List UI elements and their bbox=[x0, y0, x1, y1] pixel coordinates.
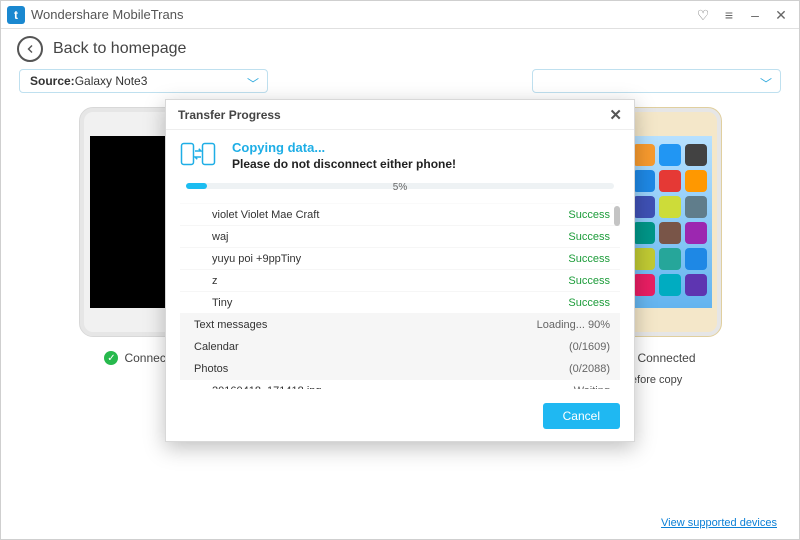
destination-header[interactable]: ﹀ bbox=[532, 69, 781, 93]
list-item: Tiny Success bbox=[180, 292, 620, 314]
progress-percent: 5% bbox=[186, 182, 614, 193]
row-name: Text messages bbox=[194, 319, 267, 331]
back-row: Back to homepage bbox=[1, 29, 799, 69]
phones-sync-icon bbox=[180, 140, 216, 171]
category-row: Text messages Loading... 90% bbox=[180, 314, 620, 336]
app-title: Wondershare MobileTrans bbox=[31, 7, 183, 22]
row-status: Success bbox=[568, 231, 610, 243]
row-status: (0/2088) bbox=[569, 363, 610, 375]
list-item: waj Success bbox=[180, 226, 620, 248]
category-row: Photos (0/2088) bbox=[180, 358, 620, 380]
back-button[interactable] bbox=[17, 36, 43, 62]
row-name: violet Violet Mae Craft bbox=[212, 209, 319, 221]
row-name: 20160418_171418.jpg bbox=[212, 385, 322, 389]
source-device-name: Galaxy Note3 bbox=[75, 74, 148, 88]
row-name: Tiny bbox=[212, 297, 232, 309]
list-item: violet Violet Mae Craft Success bbox=[180, 204, 620, 226]
back-label: Back to homepage bbox=[53, 40, 186, 58]
row-name: z bbox=[212, 275, 218, 287]
transfer-progress-dialog: Transfer Progress ✕ Copying data... Plea… bbox=[165, 99, 635, 442]
cancel-label: Cancel bbox=[563, 409, 600, 423]
copying-heading: Copying data... bbox=[232, 140, 456, 155]
row-status: Success bbox=[568, 297, 610, 309]
app-window: t Wondershare MobileTrans ♡ ≡ – ✕ Back t… bbox=[0, 0, 800, 540]
dialog-title: Transfer Progress bbox=[178, 108, 281, 122]
app-logo-icon: t bbox=[7, 6, 25, 24]
titlebar: t Wondershare MobileTrans ♡ ≡ – ✕ bbox=[1, 1, 799, 29]
arrow-left-icon bbox=[24, 43, 36, 55]
row-name: Photos bbox=[194, 363, 228, 375]
source-header[interactable]: Source: Galaxy Note3 ﹀ bbox=[19, 69, 268, 93]
chevron-down-icon: ﹀ bbox=[760, 75, 772, 92]
destination-status-text: Connected bbox=[637, 351, 695, 365]
list-item: yuyu poi +9ppTiny Success bbox=[180, 248, 620, 270]
feedback-icon[interactable]: ♡ bbox=[691, 3, 715, 27]
list-item: 20160418_171418.jpg Waiting bbox=[180, 380, 620, 389]
row-status: Success bbox=[568, 253, 610, 265]
transfer-list[interactable]: violet Violet Mae Craft Success waj Success… bbox=[180, 203, 620, 389]
chevron-down-icon: ﹀ bbox=[247, 75, 259, 92]
row-status: Success bbox=[568, 209, 610, 221]
supported-devices-link[interactable]: View supported devices bbox=[661, 517, 777, 529]
row-status: Success bbox=[568, 275, 610, 287]
row-name: waj bbox=[212, 231, 229, 243]
progress-bar: 5% bbox=[186, 183, 614, 197]
menu-icon[interactable]: ≡ bbox=[717, 3, 741, 27]
disconnect-warning: Please do not disconnect either phone! bbox=[232, 157, 456, 171]
category-row: Calendar (0/1609) bbox=[180, 336, 620, 358]
dialog-header: Transfer Progress ✕ bbox=[166, 100, 634, 130]
cancel-button[interactable]: Cancel bbox=[543, 403, 620, 429]
row-status: Waiting bbox=[574, 385, 610, 389]
source-prefix: Source: bbox=[30, 74, 75, 88]
check-icon: ✓ bbox=[104, 351, 118, 365]
list-item: z Success bbox=[180, 270, 620, 292]
row-status: Loading... 90% bbox=[537, 319, 610, 331]
row-status: (0/1609) bbox=[569, 341, 610, 353]
scrollbar-thumb[interactable] bbox=[614, 206, 620, 226]
dialog-close-icon[interactable]: ✕ bbox=[609, 106, 622, 124]
minimize-icon[interactable]: – bbox=[743, 3, 767, 27]
row-name: Calendar bbox=[194, 341, 239, 353]
close-icon[interactable]: ✕ bbox=[769, 3, 793, 27]
row-name: yuyu poi +9ppTiny bbox=[212, 253, 301, 265]
